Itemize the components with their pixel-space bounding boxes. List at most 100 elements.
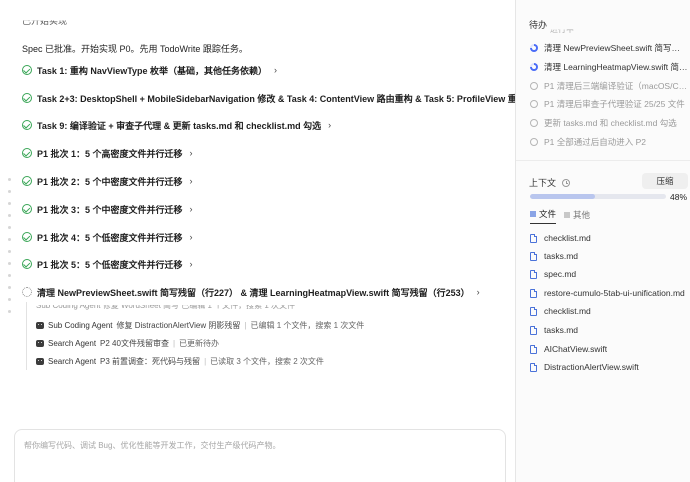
task-label: Task 1: 重构 NavViewType 枚举（基础，其他任务依赖） [37,65,268,76]
todo-label: 清理 NewPreviewSheet.swift 简写残留 [544,43,688,53]
document-icon [530,251,537,261]
files-tab-icon [530,211,536,217]
file-name: restore-cumulo-5tab-ui-unification.md [544,288,685,298]
in-progress-icon [530,44,538,52]
separator: | [172,338,176,348]
check-circle-icon [22,232,32,242]
file-name: tasks.md [544,251,579,261]
check-circle-icon [22,93,32,103]
task-label: 清理 NewPreviewSheet.swift 简写残留（行227） & 清理… [37,287,470,298]
file-item[interactable]: tasks.md [530,323,686,337]
agent-name: Search Agent [48,356,97,366]
file-item[interactable]: tasks.md [530,249,686,263]
chevron-right-icon: › [476,287,480,297]
document-icon [530,344,537,354]
agent-row[interactable]: Sub Coding Agent 修复 DistractionAlertView… [36,318,364,332]
todo-title: 待办 [529,20,548,30]
agent-task: P2 40文件残留审查 [100,338,169,348]
check-circle-icon [22,176,32,186]
agent-row-faded: Sub Coding Agent 修复 WordSheet 简写 已编辑 1 个… [36,301,296,310]
document-icon [530,288,537,298]
file-item[interactable]: DistractionAlertView.swift [530,360,686,374]
chevron-right-icon: › [274,65,278,75]
pending-circle-icon [530,100,538,108]
chat-input[interactable] [24,440,494,456]
file-name: checklist.md [544,306,591,316]
separator: | [244,320,247,330]
task-label: P1 批次 1：5 个高密度文件并行迁移 [37,148,183,159]
file-name: DistractionAlertView.swift [544,362,639,372]
tab-label: 文件 [539,209,557,219]
file-item[interactable]: checklist.md [530,231,686,245]
task-label: Task 9: 编译验证 + 审查子代理 & 更新 tasks.md 和 che… [37,120,322,131]
robot-icon [36,321,44,329]
agent-name: Search Agent [48,338,97,348]
document-icon [530,233,537,243]
intro-message: Spec 已批准。开始实现 P0。先用 TodoWrite 跟踪任务。 [22,44,248,54]
loading-spinner-icon [22,287,32,297]
task-item[interactable]: Task 9: 编译验证 + 审查子代理 & 更新 tasks.md 和 che… [22,117,331,133]
agent-meta: 已编辑 1 个文件，搜索 1 次文件 [250,320,365,330]
task-item[interactable]: Task 2+3: DesktopShell + MobileSidebarNa… [22,90,515,106]
file-name: AIChatView.swift [544,344,608,354]
agent-meta: 已更新待办 [179,338,220,348]
task-item[interactable]: P1 批次 2：5 个中密度文件并行迁移 › [22,173,193,189]
todo-label: P1 清理后三端编译验证（macOS/Catalyst） [544,81,688,91]
todo-item[interactable]: 更新 tasks.md 和 checklist.md 勾选 [530,116,688,130]
todo-label: P1 全部通过后自动进入 P2 [544,137,647,147]
chevron-right-icon: › [189,176,193,186]
task-item[interactable]: Task 1: 重构 NavViewType 枚举（基础，其他任务依赖） › [22,62,277,78]
task-item[interactable]: P1 批次 1：5 个高密度文件并行迁移 › [22,145,193,161]
agent-row[interactable]: Search Agent P3 前置调查：死代码与残留 | 已读取 3 个文件，… [36,354,324,368]
todo-item[interactable]: 清理 LearningHeatmapView.swift 简写残留 [530,60,688,74]
task-label: Task 2+3: DesktopShell + MobileSidebarNa… [37,93,515,104]
file-name: checklist.md [544,233,591,243]
pending-circle-icon [530,138,538,146]
robot-icon [36,339,44,347]
agent-meta: 已读取 3 个文件，搜索 2 次文件 [210,356,324,366]
todo-item[interactable]: P1 清理后三端编译验证（macOS/Catalyst） [530,79,688,93]
todo-item[interactable]: 清理 NewPreviewSheet.swift 简写残留 [530,41,688,55]
section-divider [516,160,690,161]
running-task-item[interactable]: 清理 NewPreviewSheet.swift 简写残留（行227） & 清理… [22,284,480,300]
context-tabs: 文件 其他 [530,208,598,224]
other-tab-icon [564,211,571,218]
task-item[interactable]: P1 批次 4：5 个低密度文件并行迁移 › [22,229,193,245]
file-item[interactable]: checklist.md [530,304,686,318]
file-name: spec.md [544,269,577,279]
task-label: P1 批次 5：5 个低密度文件并行迁移 [37,259,183,270]
in-progress-icon [530,63,538,71]
clock-icon[interactable] [562,178,571,187]
file-item[interactable]: spec.md [530,267,686,281]
agent-row[interactable]: Search Agent P2 40文件残留审查 | 已更新待办 [36,336,219,350]
pending-circle-icon [530,82,538,90]
pending-circle-icon [530,119,538,127]
task-item[interactable]: P1 批次 5：5 个低密度文件并行迁移 › [22,256,193,272]
tab-label: 其他 [573,209,591,220]
check-circle-icon [22,65,32,75]
agent-task: 修复 DistractionAlertView 阴影残留 [116,320,241,330]
truncated-message: 已开始实现 [22,16,68,27]
tab-other[interactable]: 其他 [564,208,590,224]
check-circle-icon [22,120,32,130]
compress-button[interactable]: 压缩 [642,173,688,189]
tab-files[interactable]: 文件 [530,208,557,224]
chat-pane: 已开始实现 Spec 已批准。开始实现 P0。先用 TodoWrite 跟踪任务… [0,0,515,482]
todo-label: 清理 LearningHeatmapView.swift 简写残留 [544,62,688,72]
context-title: 上下文 [529,178,557,188]
context-progress-bar [530,194,666,199]
task-item[interactable]: P1 批次 3：5 个中密度文件并行迁移 › [22,201,193,217]
todo-item[interactable]: P1 清理后审查子代理验证 25/25 文件 [530,97,688,111]
agent-task: P3 前置调查：死代码与残留 [100,356,201,366]
file-item[interactable]: AIChatView.swift [530,342,686,356]
todo-label: 更新 tasks.md 和 checklist.md 勾选 [544,118,677,128]
document-icon [530,362,537,372]
separator: | [204,356,207,366]
chat-input-box[interactable] [14,429,506,482]
task-label: P1 批次 3：5 个中密度文件并行迁移 [37,204,183,215]
file-item[interactable]: restore-cumulo-5tab-ui-unification.md [530,286,686,300]
todo-item[interactable]: P1 全部通过后自动进入 P2 [530,135,688,149]
agent-name: Sub Coding Agent [48,320,113,330]
check-circle-icon [22,204,32,214]
context-progress-fill [530,194,596,199]
